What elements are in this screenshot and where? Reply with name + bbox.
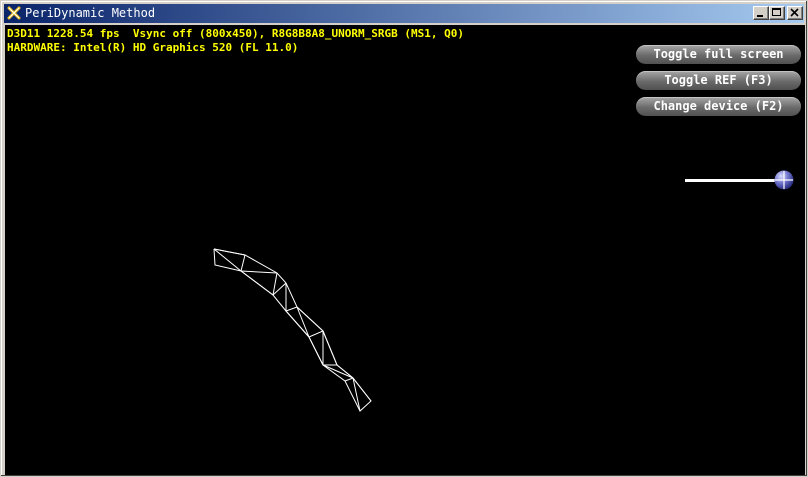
close-icon (790, 8, 799, 17)
app-icon (7, 6, 21, 20)
mesh-outline (213, 248, 372, 412)
peridynamic-mesh (213, 248, 372, 412)
maximize-button[interactable] (769, 6, 785, 20)
minimize-button[interactable] (753, 6, 769, 20)
maximize-icon (772, 8, 781, 16)
close-button[interactable] (787, 6, 803, 20)
minimize-icon (757, 15, 763, 17)
title-bar[interactable]: PeriDynamic Method (4, 4, 804, 23)
window-title: PeriDynamic Method (25, 6, 156, 20)
render-viewport[interactable]: D3D11 1228.54 fps Vsync off (800x450), R… (5, 25, 805, 475)
app-window: PeriDynamic Method D3D11 1228.54 fps Vsy… (0, 0, 808, 477)
